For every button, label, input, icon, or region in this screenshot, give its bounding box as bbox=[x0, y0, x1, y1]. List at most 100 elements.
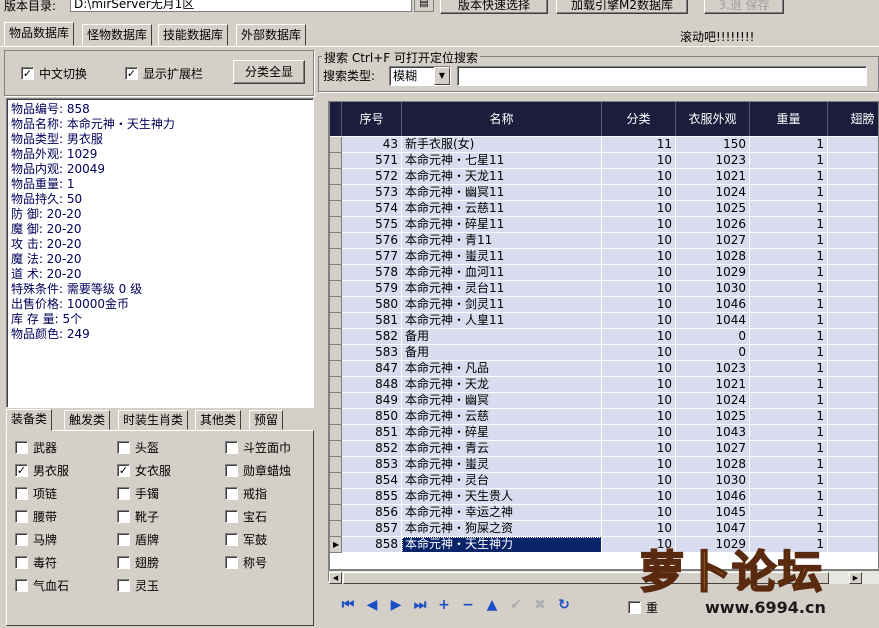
category-checkbox[interactable]: 盾牌 bbox=[117, 531, 159, 548]
checkbox-box[interactable] bbox=[117, 487, 130, 500]
table-cell[interactable]: 1 bbox=[750, 201, 828, 217]
table-cell[interactable]: 10 bbox=[602, 377, 676, 393]
table-cell[interactable]: 1027 bbox=[676, 441, 750, 457]
table-cell[interactable]: 1 bbox=[750, 137, 828, 153]
table-cell[interactable]: 10 bbox=[602, 425, 676, 441]
table-cell[interactable]: 本命元神・蚩灵11 bbox=[402, 249, 602, 265]
category-checkbox[interactable]: 称号 bbox=[225, 554, 267, 571]
checkbox-box[interactable] bbox=[15, 441, 28, 454]
table-row[interactable]: 577 本命元神・蚩灵11 10 1028 1 bbox=[330, 249, 878, 265]
checkbox-box[interactable] bbox=[225, 441, 238, 454]
table-row[interactable]: 850 本命元神・云慈 10 1025 1 bbox=[330, 409, 878, 425]
table-cell[interactable]: 849 bbox=[342, 393, 402, 409]
table-row[interactable]: 580 本命元神・剑灵11 10 1046 1 bbox=[330, 297, 878, 313]
tab-fashion-zodiac[interactable]: 时装生肖类 bbox=[118, 410, 189, 430]
table-cell[interactable]: 10 bbox=[602, 505, 676, 521]
save-button[interactable]: 3.退 保存 bbox=[704, 0, 784, 14]
table-cell[interactable]: 10 bbox=[602, 345, 676, 361]
items-grid[interactable]: 序号 名称 分类 衣服外观 重量 翅膀 43 新手衣服(女) 11 150 1 571 本命元神・七星1… bbox=[329, 101, 879, 570]
category-checkbox[interactable]: 翅膀 bbox=[117, 554, 159, 571]
category-checkbox[interactable]: 戒指 bbox=[225, 485, 267, 502]
table-cell[interactable]: 10 bbox=[602, 153, 676, 169]
table-cell[interactable]: 572 bbox=[342, 169, 402, 185]
table-cell[interactable]: 853 bbox=[342, 457, 402, 473]
table-cell[interactable] bbox=[828, 217, 878, 233]
table-cell[interactable]: 10 bbox=[602, 185, 676, 201]
checkbox-box[interactable]: ✓ bbox=[125, 67, 138, 80]
table-cell[interactable]: 1 bbox=[750, 457, 828, 473]
category-checkbox[interactable]: 宝石 bbox=[225, 508, 267, 525]
category-checkbox[interactable]: 毒符 bbox=[15, 554, 57, 571]
table-cell[interactable]: 1030 bbox=[676, 473, 750, 489]
table-cell[interactable]: 本命元神・蚩灵 bbox=[402, 457, 602, 473]
table-cell[interactable]: 1044 bbox=[676, 313, 750, 329]
table-cell[interactable]: 1 bbox=[750, 377, 828, 393]
column-header[interactable]: 名称 bbox=[402, 102, 602, 136]
category-checkbox[interactable]: 头盔 bbox=[117, 439, 159, 456]
table-cell[interactable] bbox=[828, 393, 878, 409]
table-cell[interactable]: 10 bbox=[602, 281, 676, 297]
table-cell[interactable]: 10 bbox=[602, 313, 676, 329]
column-header[interactable]: 序号 bbox=[342, 102, 402, 136]
table-cell[interactable]: 1 bbox=[750, 185, 828, 201]
table-cell[interactable]: 1 bbox=[750, 169, 828, 185]
table-cell[interactable]: 10 bbox=[602, 233, 676, 249]
table-row[interactable]: 851 本命元神・碎星 10 1043 1 bbox=[330, 425, 878, 441]
table-cell[interactable]: 本命元神・天生神力 bbox=[402, 537, 602, 553]
checkbox-box[interactable]: ✓ bbox=[117, 464, 130, 477]
table-cell[interactable]: 1021 bbox=[676, 377, 750, 393]
table-cell[interactable]: 本命元神・剑灵11 bbox=[402, 297, 602, 313]
table-cell[interactable] bbox=[828, 201, 878, 217]
table-cell[interactable]: 本命元神・云慈11 bbox=[402, 201, 602, 217]
table-cell[interactable]: 备用 bbox=[402, 345, 602, 361]
table-cell[interactable]: 1024 bbox=[676, 393, 750, 409]
table-cell[interactable]: 1 bbox=[750, 249, 828, 265]
table-cell[interactable]: 1028 bbox=[676, 249, 750, 265]
table-cell[interactable]: 1 bbox=[750, 265, 828, 281]
checkbox-box[interactable] bbox=[117, 533, 130, 546]
table-cell[interactable]: 1029 bbox=[676, 265, 750, 281]
checkbox-box[interactable] bbox=[15, 579, 28, 592]
splitter-bar[interactable] bbox=[316, 101, 329, 581]
table-cell[interactable]: 1021 bbox=[676, 169, 750, 185]
checkbox-box[interactable] bbox=[15, 533, 28, 546]
table-cell[interactable]: 1 bbox=[750, 153, 828, 169]
table-cell[interactable]: 10 bbox=[602, 249, 676, 265]
table-cell[interactable] bbox=[828, 137, 878, 153]
column-header[interactable]: 翅膀 bbox=[828, 102, 878, 136]
table-cell[interactable]: 1043 bbox=[676, 425, 750, 441]
edit-icon[interactable]: ▲ bbox=[480, 594, 504, 616]
category-checkbox[interactable]: ✓ 女衣服 bbox=[117, 462, 171, 479]
table-cell[interactable]: 1 bbox=[750, 473, 828, 489]
category-checkbox[interactable]: 项链 bbox=[15, 485, 57, 502]
table-cell[interactable]: 1045 bbox=[676, 505, 750, 521]
checkbox-box[interactable] bbox=[117, 441, 130, 454]
insert-icon[interactable]: + bbox=[432, 594, 456, 616]
chevron-down-icon[interactable]: ▼ bbox=[434, 67, 450, 85]
table-cell[interactable]: 1 bbox=[750, 361, 828, 377]
table-row[interactable]: 848 本命元神・天龙 10 1021 1 bbox=[330, 377, 878, 393]
table-cell[interactable]: 本命元神・凡品 bbox=[402, 361, 602, 377]
search-input[interactable] bbox=[457, 66, 867, 86]
column-header[interactable]: 分类 bbox=[602, 102, 676, 136]
table-cell[interactable]: 10 bbox=[602, 217, 676, 233]
table-cell[interactable]: 581 bbox=[342, 313, 402, 329]
table-cell[interactable] bbox=[828, 505, 878, 521]
checkbox-box[interactable] bbox=[117, 579, 130, 592]
table-cell[interactable]: 858 bbox=[342, 537, 402, 553]
table-cell[interactable]: 1046 bbox=[676, 297, 750, 313]
table-row[interactable]: 854 本命元神・灵台 10 1030 1 bbox=[330, 473, 878, 489]
checkbox-box[interactable] bbox=[117, 510, 130, 523]
table-cell[interactable]: 851 bbox=[342, 425, 402, 441]
load-m2-database-button[interactable]: 加载引擎M2数据库 bbox=[556, 0, 688, 14]
category-checkbox[interactable]: 马牌 bbox=[15, 531, 57, 548]
prior-icon[interactable]: ◀ bbox=[360, 594, 384, 616]
table-cell[interactable]: 本命元神・天龙 bbox=[402, 377, 602, 393]
tab-trigger[interactable]: 触发类 bbox=[64, 410, 111, 430]
table-cell[interactable]: 0 bbox=[676, 329, 750, 345]
last-icon[interactable]: ⏭ bbox=[408, 594, 432, 616]
refresh-icon[interactable]: ↻ bbox=[552, 594, 576, 616]
table-cell[interactable] bbox=[828, 233, 878, 249]
checkbox-box[interactable] bbox=[225, 464, 238, 477]
category-checkbox[interactable]: 斗笠面巾 bbox=[225, 439, 291, 456]
